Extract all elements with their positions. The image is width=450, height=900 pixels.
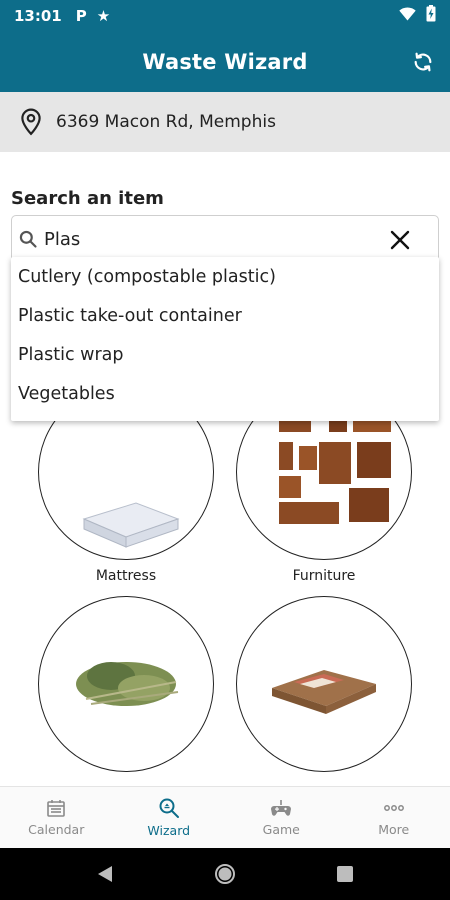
system-nav-bar bbox=[0, 848, 450, 900]
yard-waste-image bbox=[38, 596, 214, 772]
location-address: 6369 Macon Rd, Memphis bbox=[56, 112, 276, 132]
category-yard-waste[interactable] bbox=[38, 596, 214, 780]
location-bar[interactable]: 6369 Macon Rd, Memphis bbox=[0, 92, 450, 152]
app-title: Waste Wizard bbox=[142, 50, 308, 74]
category-label: Mattress bbox=[95, 568, 157, 584]
status-bar: 13:01 P ★ bbox=[0, 0, 450, 32]
gamepad-icon bbox=[271, 800, 292, 816]
suggestion-item[interactable]: Cutlery (compostable plastic) bbox=[11, 258, 439, 297]
star-icon: ★ bbox=[96, 8, 111, 25]
nav-wizard[interactable]: Wizard bbox=[113, 787, 226, 848]
calendar-icon bbox=[47, 800, 66, 817]
close-icon[interactable] bbox=[388, 228, 412, 252]
suggestion-item[interactable]: Vegetables bbox=[11, 375, 439, 414]
nav-more[interactable]: More bbox=[338, 787, 450, 848]
location-pin-icon bbox=[21, 108, 41, 136]
suggestion-item[interactable]: Plastic wrap bbox=[11, 336, 439, 375]
search-box[interactable] bbox=[11, 215, 439, 263]
refresh-icon bbox=[414, 52, 432, 72]
app-bar: Waste Wizard bbox=[0, 32, 450, 92]
nav-label: Game bbox=[262, 822, 300, 837]
nav-label: Calendar bbox=[28, 822, 85, 837]
nav-label: More bbox=[378, 822, 410, 837]
search-icon bbox=[19, 230, 37, 248]
back-icon[interactable] bbox=[96, 864, 114, 884]
search-input[interactable] bbox=[44, 228, 364, 250]
category-cardboard[interactable] bbox=[236, 596, 412, 780]
cardboard-image bbox=[236, 596, 412, 772]
refresh-button[interactable] bbox=[410, 49, 436, 75]
home-icon[interactable] bbox=[214, 863, 236, 885]
suggestion-item[interactable]: Plastic take-out container bbox=[11, 297, 439, 336]
search-label: Search an item bbox=[11, 188, 164, 209]
nav-game[interactable]: Game bbox=[225, 787, 338, 848]
suggestions-dropdown: Cutlery (compostable plastic) Plastic ta… bbox=[11, 257, 439, 421]
more-dots-icon bbox=[383, 805, 404, 811]
recents-icon[interactable] bbox=[336, 865, 354, 883]
wifi-icon bbox=[399, 6, 416, 26]
parking-icon: P bbox=[75, 7, 87, 25]
status-time: 13:01 bbox=[14, 7, 62, 25]
nav-label: Wizard bbox=[147, 823, 191, 838]
category-label: Furniture bbox=[292, 568, 356, 584]
bottom-nav: Calendar Wizard Game More bbox=[0, 786, 450, 848]
battery-charging-icon bbox=[426, 5, 436, 27]
wizard-search-icon bbox=[159, 798, 179, 818]
nav-calendar[interactable]: Calendar bbox=[0, 787, 113, 848]
